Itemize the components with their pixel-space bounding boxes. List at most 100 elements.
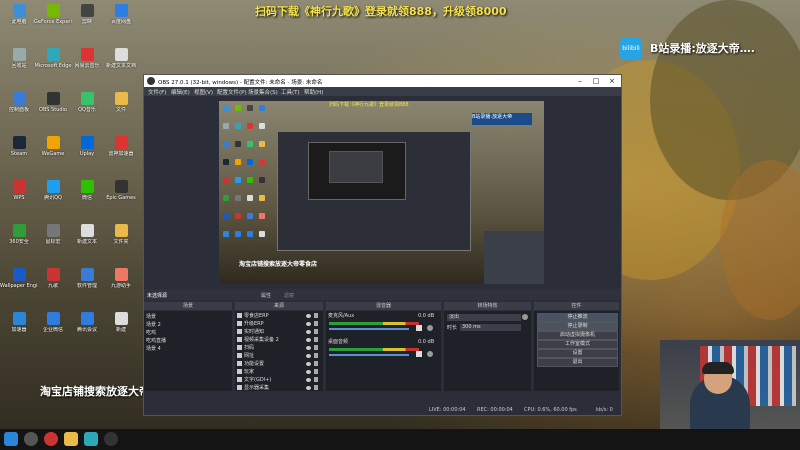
source-item[interactable]: 零食店ERP bbox=[237, 312, 321, 320]
edge-icon[interactable] bbox=[84, 432, 98, 446]
visibility-icon[interactable] bbox=[306, 346, 311, 350]
desktop-icon[interactable]: Uplay bbox=[68, 136, 106, 166]
obs-titlebar[interactable]: OBS 27.0.1 (32-bit, windows) - 配置文件: 未命名… bbox=[144, 75, 621, 87]
lock-icon[interactable] bbox=[314, 361, 318, 366]
lock-icon[interactable] bbox=[314, 353, 318, 358]
visibility-icon[interactable] bbox=[306, 314, 311, 318]
visibility-icon[interactable] bbox=[306, 370, 311, 374]
source-item[interactable]: 实时通知 bbox=[237, 328, 321, 336]
visibility-icon[interactable] bbox=[306, 338, 311, 342]
desktop-icon[interactable]: 文件 bbox=[102, 92, 140, 122]
speaker-icon[interactable] bbox=[416, 325, 422, 331]
speaker-icon[interactable] bbox=[416, 351, 422, 357]
scene-item[interactable]: 场景 2 bbox=[146, 321, 161, 329]
visibility-icon[interactable] bbox=[306, 378, 311, 382]
menu-profile[interactable]: 配置文件(P) bbox=[217, 88, 247, 96]
gear-icon[interactable] bbox=[522, 314, 528, 320]
volume-slider[interactable] bbox=[329, 328, 409, 330]
desktop-icon[interactable]: 360安全 bbox=[0, 224, 38, 254]
app-icon[interactable] bbox=[44, 432, 58, 446]
search-icon[interactable] bbox=[24, 432, 38, 446]
lock-icon[interactable] bbox=[314, 313, 318, 318]
duration-input[interactable]: 300 ms bbox=[460, 324, 521, 331]
lock-icon[interactable] bbox=[314, 345, 318, 350]
obs-preview[interactable]: 扫码下载《神行九歌》登录就领888 B站录播:放逐大帝 淘宝店铺搜索放逐大帝零食… bbox=[219, 101, 544, 284]
desktop-icon[interactable]: OBS Studio bbox=[34, 92, 72, 122]
stop-streaming-button[interactable]: 停止推流 bbox=[537, 313, 618, 322]
desktop-icon[interactable]: Steam bbox=[0, 136, 38, 166]
desktop-icon[interactable]: 腾讯会议 bbox=[68, 312, 106, 342]
filters-button[interactable]: 滤镜 bbox=[284, 292, 294, 299]
volume-slider[interactable] bbox=[329, 354, 409, 356]
desktop-icon[interactable]: 剪映 bbox=[68, 4, 106, 34]
desktop-icon[interactable]: 微信 bbox=[68, 180, 106, 210]
desktop-icon[interactable]: 新建文本文档 bbox=[102, 48, 140, 78]
source-item[interactable]: 玩家 bbox=[237, 368, 321, 376]
desktop-icon[interactable]: 百度网盘 bbox=[102, 4, 140, 34]
lock-icon[interactable] bbox=[314, 385, 318, 390]
lock-icon[interactable] bbox=[314, 377, 318, 382]
menu-scene-collection[interactable]: 场景集合(S) bbox=[248, 88, 278, 96]
scene-item[interactable]: 场景 4 bbox=[146, 345, 161, 353]
source-item[interactable]: 视频采集设备 2 bbox=[237, 336, 321, 344]
studio-mode-button[interactable]: 工作室模式 bbox=[537, 340, 618, 349]
desktop-icon[interactable]: GeForce Experience bbox=[34, 4, 72, 34]
exit-button[interactable]: 退出 bbox=[537, 358, 618, 367]
source-item[interactable]: 网址 bbox=[237, 352, 321, 360]
gear-icon[interactable] bbox=[427, 351, 433, 357]
source-item[interactable]: 扫码 bbox=[237, 344, 321, 352]
virtual-camera-button[interactable]: 启动虚拟摄像机 bbox=[537, 331, 618, 340]
scene-item[interactable]: 场景 bbox=[146, 313, 156, 321]
desktop-icon[interactable]: 网易云音乐 bbox=[68, 48, 106, 78]
desktop-icon[interactable]: 新建文本 bbox=[68, 224, 106, 254]
desktop-icon[interactable]: Microsoft Edge bbox=[34, 48, 72, 78]
desktop-icon[interactable]: 回收站 bbox=[0, 48, 38, 78]
properties-button[interactable]: 属性 bbox=[261, 292, 271, 299]
menu-help[interactable]: 帮助(H) bbox=[304, 88, 323, 96]
close-icon[interactable]: × bbox=[605, 76, 619, 86]
scene-item[interactable]: 吃鸡 bbox=[146, 329, 156, 337]
obs-window[interactable]: OBS 27.0.1 (32-bit, windows) - 配置文件: 未命名… bbox=[143, 74, 622, 416]
source-item[interactable]: 功能设置 bbox=[237, 360, 321, 368]
transition-select[interactable]: 淡出 bbox=[447, 314, 521, 321]
menu-edit[interactable]: 编辑(E) bbox=[171, 88, 190, 96]
lock-icon[interactable] bbox=[314, 329, 318, 334]
visibility-icon[interactable] bbox=[306, 362, 311, 366]
source-item[interactable]: 升级ERP bbox=[237, 320, 321, 328]
lock-icon[interactable] bbox=[314, 337, 318, 342]
desktop-icon[interactable]: 加速器 bbox=[0, 312, 38, 342]
desktop-icon[interactable]: 九歌 bbox=[34, 268, 72, 298]
visibility-icon[interactable] bbox=[306, 330, 311, 334]
visibility-icon[interactable] bbox=[306, 386, 311, 390]
menu-view[interactable]: 视图(V) bbox=[194, 88, 213, 96]
desktop-icon[interactable]: WPS bbox=[0, 180, 38, 210]
desktop-icon[interactable]: 腾讯QQ bbox=[34, 180, 72, 210]
desktop-icon[interactable]: 此电脑 bbox=[0, 4, 38, 34]
start-icon[interactable] bbox=[4, 432, 18, 446]
stop-recording-button[interactable]: 停止录制 bbox=[537, 322, 618, 331]
desktop-icon[interactable]: Wallpaper Engine bbox=[0, 268, 38, 298]
visibility-icon[interactable] bbox=[306, 322, 311, 326]
scene-item[interactable]: 吃鸡直播 bbox=[146, 337, 166, 345]
desktop-icon[interactable]: Epic Games bbox=[102, 180, 140, 210]
desktop-icon[interactable]: 企业微信 bbox=[34, 312, 72, 342]
desktop-icon[interactable]: 新建 bbox=[102, 312, 140, 342]
desktop-icon[interactable]: QQ音乐 bbox=[68, 92, 106, 122]
desktop-icon[interactable]: 控制面板 bbox=[0, 92, 38, 122]
menu-tools[interactable]: 工具(T) bbox=[281, 88, 300, 96]
lock-icon[interactable] bbox=[314, 369, 318, 374]
desktop-icon[interactable]: 九游助手 bbox=[102, 268, 140, 298]
desktop-icon[interactable]: 鼠标宏 bbox=[34, 224, 72, 254]
source-item[interactable]: 文字(GDI+) bbox=[237, 376, 321, 384]
visibility-icon[interactable] bbox=[306, 354, 311, 358]
source-item[interactable]: 显示器采集 bbox=[237, 384, 321, 392]
desktop-icon[interactable]: 文件夹 bbox=[102, 224, 140, 254]
desktop-icon[interactable]: 雷神加速器 bbox=[102, 136, 140, 166]
desktop-icon[interactable]: 软件管理 bbox=[68, 268, 106, 298]
gear-icon[interactable] bbox=[427, 325, 433, 331]
obs-icon[interactable] bbox=[104, 432, 118, 446]
settings-button[interactable]: 设置 bbox=[537, 349, 618, 358]
maximize-icon[interactable]: □ bbox=[589, 76, 603, 86]
lock-icon[interactable] bbox=[314, 321, 318, 326]
minimize-icon[interactable]: – bbox=[573, 76, 587, 86]
